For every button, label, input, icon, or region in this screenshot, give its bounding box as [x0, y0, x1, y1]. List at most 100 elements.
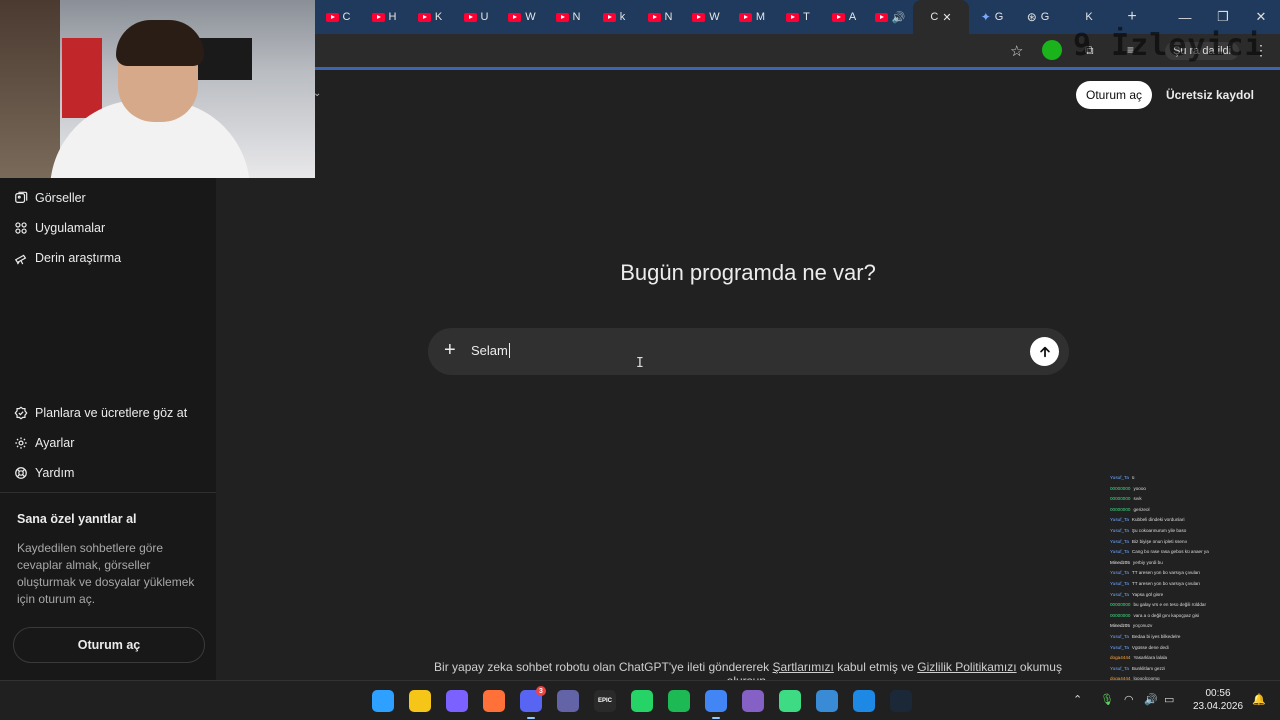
- android-studio-taskbar-icon[interactable]: [779, 690, 801, 712]
- tab-youtube[interactable]: W: [499, 0, 545, 34]
- sidebar-item-deep-research[interactable]: Derin araştırma: [14, 247, 121, 269]
- close-tab-icon[interactable]: ✕: [942, 11, 951, 24]
- tab-chatgpt[interactable]: ⊛ G: [1015, 0, 1061, 34]
- chat-username: Yusuf_Ta: [1110, 538, 1129, 544]
- sidebar-item-label: Derin araştırma: [35, 251, 122, 265]
- tab-gemini[interactable]: ✦ G: [969, 0, 1015, 34]
- chat-message: doga4444 Yasarklara lalala: [1110, 653, 1230, 664]
- webcam-tv: [196, 38, 252, 80]
- file-explorer-taskbar-icon[interactable]: [409, 690, 431, 712]
- extension-green-icon[interactable]: [1042, 40, 1062, 60]
- visual-studio-taskbar-icon[interactable]: [742, 690, 764, 712]
- gear-icon: [15, 437, 27, 449]
- chevron-down-icon[interactable]: ⌄: [313, 88, 321, 99]
- chat-username: Yusuf_Ta: [1110, 527, 1129, 533]
- steam-taskbar-icon[interactable]: [890, 690, 912, 712]
- chat-text: Bunklitlam gezzi: [1131, 665, 1166, 671]
- youtube-icon: [738, 12, 752, 22]
- sidebar-item-apps[interactable]: Uygulamalar: [14, 217, 105, 239]
- sidebar-item-label: Yardım: [35, 466, 75, 480]
- notification-bell-icon[interactable]: 🔔: [1252, 693, 1266, 706]
- microphone-icon[interactable]: 🎙: [1100, 693, 1114, 706]
- sidebar-item-settings[interactable]: Ayarlar: [14, 432, 74, 454]
- windows-start-taskbar-icon[interactable]: [372, 690, 394, 712]
- mouse-ibeam-cursor: I: [636, 356, 644, 371]
- youtube-icon: [692, 12, 706, 22]
- prompt-input[interactable]: Selam: [471, 343, 510, 358]
- send-button[interactable]: [1030, 337, 1059, 366]
- tab-youtube[interactable]: T: [775, 0, 821, 34]
- tab-youtube[interactable]: U: [453, 0, 499, 34]
- sidebar-item-label: Görseller: [35, 191, 86, 205]
- tab-active[interactable]: C ✕: [913, 0, 969, 34]
- whatsapp-taskbar-icon[interactable]: [631, 690, 653, 712]
- header-login-button[interactable]: Oturum aç: [1076, 81, 1152, 109]
- sidebar-login-button[interactable]: Oturum aç: [13, 627, 205, 663]
- chat-message: 00000000 yoooo: [1110, 484, 1230, 495]
- webcam-shelf: [0, 0, 60, 178]
- battery-icon[interactable]: ▭: [1164, 693, 1174, 706]
- vscode-taskbar-icon[interactable]: [853, 690, 875, 712]
- chat-message: Yusuf_Ta Yapsa göl gisre: [1110, 590, 1230, 601]
- privacy-link[interactable]: Gizlilik Politikamızı: [917, 660, 1016, 674]
- teams-taskbar-icon[interactable]: [557, 690, 579, 712]
- chat-text: Kubbeli dindeki vordunlari: [1131, 517, 1185, 523]
- chrome-taskbar-icon[interactable]: [705, 690, 727, 719]
- footer-middle: kabul etmiş ve: [833, 660, 918, 674]
- sidebar-item-label: Ayarlar: [35, 436, 75, 450]
- sidebar-item-plans[interactable]: Planlara ve ücretlere göz at: [14, 402, 187, 424]
- tab-label: G: [994, 11, 1004, 23]
- volume-icon[interactable]: 🔊: [1144, 693, 1158, 706]
- chat-username: 00000000: [1110, 612, 1131, 618]
- chat-message: 00000000 vara a o değil gını kapoçpaz gis…: [1110, 611, 1230, 622]
- tab-youtube[interactable]: k: [591, 0, 637, 34]
- tab-youtube[interactable]: A: [821, 0, 867, 34]
- tab-label: W: [525, 11, 536, 23]
- chat-text: Bedaa bi iyes bilkedelre: [1131, 633, 1181, 639]
- chat-text: Cang bo rase rasa gebos kü anaer ya: [1131, 549, 1209, 555]
- viewer-count-watermark: 9 İzleyici: [1073, 28, 1264, 63]
- tab-youtube[interactable]: K: [407, 0, 453, 34]
- sidebar-item-images[interactable]: Görseller: [14, 187, 86, 209]
- tab-youtube[interactable]: N: [637, 0, 683, 34]
- header-signup-button[interactable]: Ücretsiz kaydol: [1161, 81, 1259, 109]
- promo-title: Sana özel yanıtlar al: [17, 512, 137, 526]
- gemini-icon: ✦: [980, 10, 991, 24]
- bookmark-star-icon[interactable]: ☆: [1010, 42, 1023, 60]
- new-tab-button[interactable]: +: [1117, 8, 1147, 26]
- firefox-taskbar-icon[interactable]: [483, 690, 505, 712]
- webcam-person-hair: [116, 20, 204, 66]
- sidebar-item-label: Uygulamalar: [35, 221, 106, 235]
- chat-text: yoçonuzv: [1132, 623, 1153, 629]
- epic-games-taskbar-icon[interactable]: EPIC: [594, 690, 616, 712]
- tray-chevron-up-icon[interactable]: ⌃: [1073, 693, 1082, 706]
- terms-link[interactable]: Şartlarımızı: [773, 660, 834, 674]
- tab-youtube[interactable]: N: [545, 0, 591, 34]
- chat-text: Vgüsse dene dedi: [1131, 644, 1169, 650]
- spotify-taskbar-icon[interactable]: [668, 690, 690, 712]
- tab-youtube[interactable]: H: [361, 0, 407, 34]
- tab-youtube[interactable]: C: [315, 0, 361, 34]
- discord-taskbar-icon[interactable]: 3: [520, 686, 546, 719]
- tab-youtube[interactable]: 🔊: [867, 0, 913, 34]
- sidebar-item-help[interactable]: Yardım: [14, 462, 74, 484]
- windows-taskbar: ⌃ 🎙 ◠ 🔊 ▭ 00:56 23.04.2026 🔔 3 EPIC: [0, 680, 1280, 720]
- chat-composer[interactable]: + Selam: [428, 328, 1069, 375]
- chat-text: TT aresen yon bo varsıya çıvuları: [1131, 570, 1200, 576]
- wifi-icon[interactable]: ◠: [1124, 693, 1134, 706]
- tab-youtube[interactable]: W: [683, 0, 729, 34]
- chat-text: sıvk: [1133, 496, 1142, 502]
- youtube-icon: [786, 12, 800, 22]
- taskbar-clock[interactable]: 00:56 23.04.2026: [1192, 687, 1244, 713]
- network-tool-taskbar-icon[interactable]: [816, 690, 838, 712]
- chat-username: 00000000: [1110, 506, 1131, 512]
- chat-message: Minedz05 yerbiy yordi bu: [1110, 558, 1230, 569]
- images-icon: [15, 191, 28, 203]
- tab-youtube[interactable]: M: [729, 0, 775, 34]
- chat-username: Yusuf_Ta: [1110, 570, 1129, 576]
- chat-text: Yasarklara lalala: [1133, 655, 1168, 661]
- attach-plus-icon[interactable]: +: [444, 339, 456, 362]
- chat-text: yerbiy yordi bu: [1132, 559, 1163, 565]
- tab-label: W: [709, 11, 720, 23]
- copilot-taskbar-icon[interactable]: [446, 690, 468, 712]
